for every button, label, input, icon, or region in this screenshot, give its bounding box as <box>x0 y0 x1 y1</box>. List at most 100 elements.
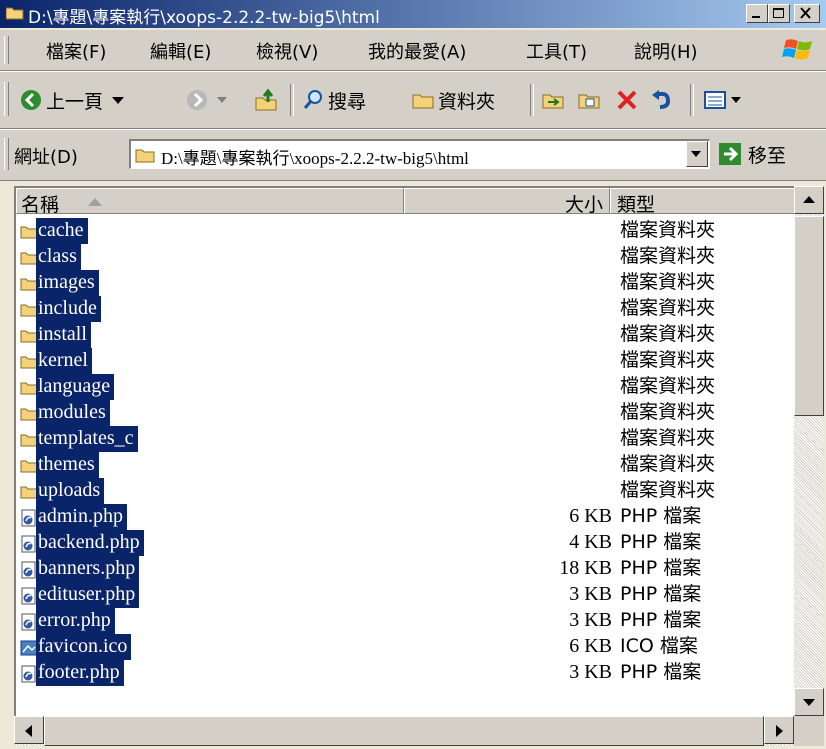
maximize-button[interactable] <box>768 4 790 23</box>
folders-button[interactable]: 資料夾 <box>412 86 495 114</box>
file-name[interactable]: uploads <box>36 478 105 504</box>
file-row[interactable]: admin.php 6 KB PHP 檔案 <box>16 504 796 530</box>
go-arrow-icon <box>719 143 741 165</box>
undo-button[interactable] <box>650 86 672 114</box>
folder-icon <box>135 149 155 163</box>
file-row[interactable]: install 檔案資料夾 <box>16 322 796 348</box>
copy-to-button[interactable] <box>578 86 600 114</box>
file-name[interactable]: modules <box>36 400 110 426</box>
menu-view[interactable]: 檢視(V) <box>256 38 318 64</box>
size-grip[interactable] <box>794 716 824 746</box>
file-row[interactable]: kernel 檔案資料夾 <box>16 348 796 374</box>
vertical-scrollbar[interactable] <box>794 186 824 716</box>
file-size: 6 KB <box>569 505 612 527</box>
file-type: 檔案資料夾 <box>620 245 716 267</box>
file-row[interactable]: edituser.php 3 KB PHP 檔案 <box>16 582 796 608</box>
scroll-left-button[interactable] <box>14 716 44 744</box>
file-name[interactable]: include <box>36 296 101 322</box>
go-button[interactable]: 移至 <box>718 140 786 168</box>
search-label: 搜尋 <box>328 90 367 113</box>
address-dropdown-button[interactable] <box>686 141 708 167</box>
file-type: 檔案資料夾 <box>620 479 716 501</box>
file-name[interactable]: footer.php <box>36 660 124 686</box>
chevron-down-icon <box>731 97 741 103</box>
column-name-label: 名稱 <box>21 194 60 214</box>
scroll-up-button[interactable] <box>794 186 824 214</box>
column-name[interactable]: 名稱 <box>16 188 404 214</box>
file-row[interactable]: uploads 檔案資料夾 <box>16 478 796 504</box>
file-row[interactable]: footer.php 3 KB PHP 檔案 <box>16 660 796 686</box>
file-type: PHP 檔案 <box>620 609 702 631</box>
menu-grip[interactable] <box>4 36 9 64</box>
sort-ascending-icon <box>88 198 102 206</box>
file-size: 3 KB <box>569 609 612 631</box>
explorer-window: D:\專題\專案執行\xoops-2.2.2-tw-big5\html 檔案(F… <box>0 0 826 749</box>
file-row[interactable]: modules 檔案資料夾 <box>16 400 796 426</box>
menu-favorites[interactable]: 我的最愛(A) <box>368 38 466 64</box>
move-to-button[interactable] <box>542 86 564 114</box>
back-arrow-icon <box>21 90 41 110</box>
file-name[interactable]: error.php <box>36 608 115 634</box>
file-row[interactable]: class 檔案資料夾 <box>16 244 796 270</box>
close-button[interactable] <box>794 4 820 23</box>
file-name[interactable]: kernel <box>36 348 92 374</box>
forward-button[interactable] <box>186 86 228 114</box>
file-type: 檔案資料夾 <box>620 219 716 241</box>
views-button[interactable] <box>704 86 742 114</box>
chevron-down-icon <box>217 97 227 103</box>
file-name[interactable]: backend.php <box>36 530 144 556</box>
file-row[interactable]: banners.php 18 KB PHP 檔案 <box>16 556 796 582</box>
file-size: 3 KB <box>569 583 612 605</box>
menu-edit[interactable]: 編輯(E) <box>150 38 211 64</box>
minimize-button[interactable] <box>746 4 768 23</box>
column-type[interactable]: 類型 <box>610 188 796 214</box>
up-folder-button[interactable] <box>254 86 278 114</box>
file-name[interactable]: favicon.ico <box>36 634 132 660</box>
scroll-right-button[interactable] <box>764 716 794 744</box>
file-name[interactable]: admin.php <box>36 504 127 530</box>
delete-button[interactable] <box>616 86 638 114</box>
toolbar-grip[interactable] <box>4 82 9 116</box>
horizontal-scroll-thumb[interactable] <box>44 716 764 746</box>
column-size[interactable]: 大小 <box>404 188 610 214</box>
copy-to-icon <box>578 94 600 109</box>
scroll-up-icon <box>803 196 815 203</box>
file-type: 檔案資料夾 <box>620 323 716 345</box>
search-button[interactable]: 搜尋 <box>302 86 366 114</box>
file-name[interactable]: templates_c <box>36 426 138 452</box>
menu-tools[interactable]: 工具(T) <box>526 38 587 64</box>
vertical-scroll-thumb[interactable] <box>794 216 824 416</box>
file-row[interactable]: language 檔案資料夾 <box>16 374 796 400</box>
menu-help[interactable]: 說明(H) <box>634 38 698 64</box>
back-button[interactable]: 上一頁 <box>20 86 125 114</box>
address-input[interactable]: D:\專題\專案執行\xoops-2.2.2-tw-big5\html <box>129 139 710 169</box>
chevron-down-icon <box>112 97 125 104</box>
file-row[interactable]: backend.php 4 KB PHP 檔案 <box>16 530 796 556</box>
file-row[interactable]: cache 檔案資料夾 <box>16 218 796 244</box>
file-row[interactable]: favicon.ico 6 KB ICO 檔案 <box>16 634 796 660</box>
file-name[interactable]: banners.php <box>36 556 140 582</box>
toolbar-separator <box>690 84 694 116</box>
horizontal-scrollbar[interactable] <box>14 716 794 746</box>
file-name[interactable]: images <box>36 270 99 296</box>
scroll-down-button[interactable] <box>794 688 824 716</box>
file-name[interactable]: cache <box>36 218 88 244</box>
title-bar[interactable]: D:\專題\專案執行\xoops-2.2.2-tw-big5\html <box>0 0 826 28</box>
file-row[interactable]: error.php 3 KB PHP 檔案 <box>16 608 796 634</box>
search-icon <box>303 90 322 109</box>
file-row[interactable]: themes 檔案資料夾 <box>16 452 796 478</box>
file-name[interactable]: language <box>36 374 115 400</box>
folders-label: 資料夾 <box>438 90 496 113</box>
file-row[interactable]: templates_c 檔案資料夾 <box>16 426 796 452</box>
file-list[interactable]: 名稱 大小 類型 cache 檔案資料夾 class 檔案資料夾 images 檔案資料夾… <box>14 186 824 716</box>
file-name[interactable]: class <box>36 244 81 270</box>
file-name[interactable]: edituser.php <box>36 582 140 608</box>
file-name[interactable]: install <box>36 322 91 348</box>
file-row[interactable]: images 檔案資料夾 <box>16 270 796 296</box>
file-row[interactable]: include 檔案資料夾 <box>16 296 796 322</box>
close-icon <box>800 7 811 19</box>
column-type-label: 類型 <box>617 194 656 214</box>
menu-file[interactable]: 檔案(F) <box>46 38 106 64</box>
file-name[interactable]: themes <box>36 452 99 478</box>
address-grip[interactable] <box>4 138 9 170</box>
